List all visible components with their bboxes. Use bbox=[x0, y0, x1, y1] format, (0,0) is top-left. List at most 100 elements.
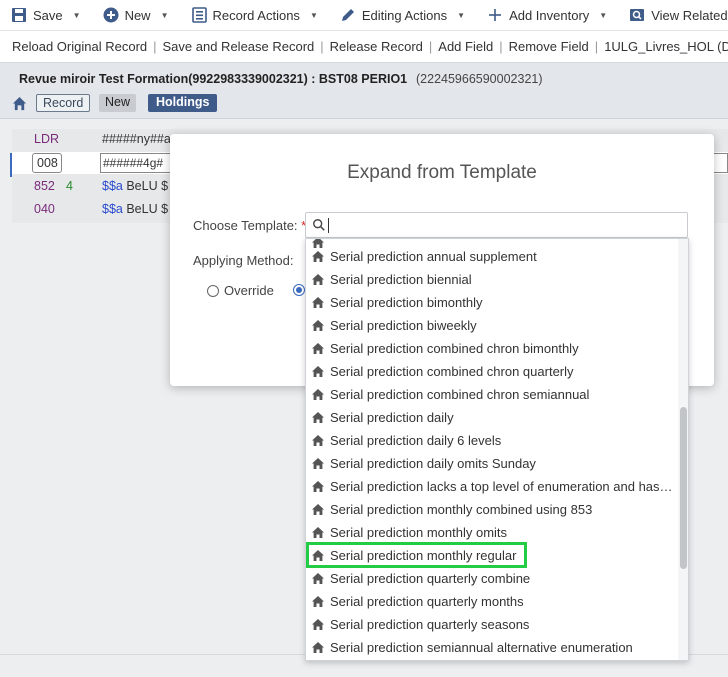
remove-field-link[interactable]: Remove Field bbox=[509, 39, 589, 54]
home-icon bbox=[312, 434, 324, 446]
new-tag: New bbox=[99, 94, 137, 112]
plus-icon bbox=[489, 9, 502, 21]
main-toolbar: Save ▼ New ▼ Record Actions ▼ Editing Ac… bbox=[0, 0, 728, 31]
plus-circle-icon bbox=[103, 7, 119, 23]
field-tag: LDR bbox=[34, 132, 60, 146]
field-indicator: 4 bbox=[66, 179, 73, 193]
field-value: $$a BeLU $ bbox=[102, 179, 168, 193]
add-inventory-button[interactable]: Add Inventory ▼ bbox=[487, 7, 607, 23]
new-label: New bbox=[124, 7, 151, 23]
record-id: (22245966590002321) bbox=[416, 72, 543, 86]
choose-template-label: Choose Template: * bbox=[193, 218, 306, 233]
template-dropdown-list: Serial prediction annual supplement Seria… bbox=[305, 238, 689, 661]
home-icon bbox=[312, 388, 324, 400]
dropdown-item[interactable]: Serial prediction combined chron quarter… bbox=[306, 360, 678, 383]
separator: | bbox=[499, 39, 503, 54]
dropdown-item[interactable]: Serial prediction daily bbox=[306, 406, 678, 429]
dropdown-item[interactable]: Serial prediction monthly omits bbox=[306, 521, 678, 544]
template-link[interactable]: 1ULG_Livres_HOL (Default) bbox=[604, 39, 728, 54]
home-icon[interactable] bbox=[12, 96, 27, 111]
record-actions-button[interactable]: Record Actions ▼ bbox=[191, 7, 318, 23]
dropdown-item[interactable]: Serial prediction quarterly combine bbox=[306, 567, 678, 590]
dropdown-item[interactable]: Serial prediction quarterly months bbox=[306, 590, 678, 613]
field-tag-input[interactable]: 008 bbox=[32, 153, 62, 173]
separator: | bbox=[594, 39, 599, 54]
home-icon bbox=[312, 641, 324, 653]
dropdown-item-label: Serial prediction bimonthly bbox=[330, 294, 483, 310]
home-icon bbox=[312, 480, 324, 492]
subfield-value: BeLU $ bbox=[122, 179, 169, 193]
template-search-input[interactable] bbox=[332, 215, 672, 235]
view-related-data-button[interactable]: View Related Data ▼ bbox=[629, 7, 728, 23]
dropdown-item[interactable]: Serial prediction monthly combined using… bbox=[306, 498, 678, 521]
reload-original-record-link[interactable]: Reload Original Record bbox=[12, 39, 147, 54]
dropdown-item[interactable]: Serial prediction biennial bbox=[306, 268, 678, 291]
caret-down-icon: ▼ bbox=[599, 10, 608, 20]
caret-down-icon: ▼ bbox=[160, 10, 169, 20]
dropdown-item-label: Serial prediction quarterly months bbox=[330, 593, 524, 609]
dropdown-item[interactable]: Serial prediction quarterly seasons bbox=[306, 613, 678, 636]
dropdown-item-label: Serial prediction semiannual alternative… bbox=[330, 639, 633, 655]
choose-template-text: Choose Template: bbox=[193, 218, 298, 233]
dropdown-item-label: Serial prediction monthly omits bbox=[330, 524, 508, 540]
home-icon bbox=[312, 365, 324, 377]
dropdown-item-label: Serial prediction annual supplement bbox=[330, 248, 537, 264]
override-radio[interactable] bbox=[207, 284, 219, 297]
applying-method-label: Applying Method: bbox=[193, 253, 294, 268]
dropdown-item[interactable]: Serial prediction biweekly bbox=[306, 314, 678, 337]
search-icon bbox=[313, 219, 325, 231]
new-button[interactable]: New ▼ bbox=[103, 7, 169, 23]
home-icon bbox=[312, 319, 324, 331]
subfield-code: $$a bbox=[102, 202, 123, 216]
field-tag: 040 bbox=[34, 202, 55, 216]
dropdown-item-label: Serial prediction quarterly seasons bbox=[330, 616, 530, 632]
add-inventory-label: Add Inventory bbox=[509, 7, 590, 23]
template-search-box[interactable] bbox=[305, 212, 688, 238]
save-and-release-link[interactable]: Save and Release Record bbox=[163, 39, 315, 54]
dropdown-item[interactable]: Serial prediction semiannual alternative… bbox=[306, 636, 678, 659]
selected-method-radio[interactable] bbox=[293, 284, 305, 296]
save-button[interactable]: Save ▼ bbox=[11, 7, 81, 23]
add-field-link[interactable]: Add Field bbox=[438, 39, 493, 54]
dropdown-item-label: Serial prediction lacks a top level of e… bbox=[330, 478, 675, 494]
dropdown-item-label: Serial prediction quarterly combine bbox=[330, 570, 531, 586]
view-related-label: View Related Data bbox=[651, 7, 728, 23]
home-icon bbox=[312, 296, 324, 308]
override-radio-option[interactable]: Override bbox=[207, 283, 274, 298]
dropdown-item-highlighted[interactable]: Serial prediction monthly regular bbox=[306, 544, 678, 567]
field-value: #####ny##a bbox=[102, 132, 171, 146]
home-icon bbox=[312, 572, 324, 584]
separator: | bbox=[428, 39, 433, 54]
dropdown-item[interactable]: Serial prediction daily omits Sunday bbox=[306, 452, 678, 475]
dropdown-item[interactable]: Serial prediction annual supplement bbox=[306, 245, 678, 268]
dropdown-scrollbar[interactable] bbox=[678, 239, 688, 660]
dropdown-item[interactable]: Serial prediction lacks a top level of e… bbox=[306, 475, 678, 498]
record-tag: Record bbox=[36, 94, 91, 112]
text-cursor bbox=[328, 218, 329, 233]
dropdown-item[interactable]: Serial prediction daily 6 levels bbox=[306, 429, 678, 452]
record-header: Revue miroir Test Formation(992298333900… bbox=[0, 63, 728, 119]
selected-row-indicator bbox=[10, 153, 12, 177]
home-icon bbox=[312, 342, 324, 354]
dropdown-item-partial[interactable] bbox=[306, 239, 678, 248]
home-icon bbox=[312, 250, 324, 262]
record-list-icon bbox=[191, 7, 207, 23]
field-value: $$a BeLU $ bbox=[102, 202, 168, 216]
dropdown-item-label: Serial prediction combined chron bimonth… bbox=[330, 340, 579, 356]
home-icon bbox=[312, 595, 324, 607]
dropdown-item[interactable]: Serial prediction combined chron bimonth… bbox=[306, 337, 678, 360]
home-icon bbox=[312, 273, 324, 285]
release-record-link[interactable]: Release Record bbox=[330, 39, 423, 54]
home-icon bbox=[312, 503, 324, 515]
record-action-bar: Reload Original Record | Save and Releas… bbox=[0, 31, 728, 63]
dropdown-item-label: Serial prediction combined chron semiann… bbox=[330, 386, 590, 402]
dropdown-item-label: Serial prediction monthly combined using… bbox=[330, 501, 593, 517]
dropdown-item-label: Serial prediction biweekly bbox=[330, 317, 477, 333]
editing-actions-button[interactable]: Editing Actions ▼ bbox=[340, 7, 465, 23]
dropdown-item-label: Serial prediction daily omits Sunday bbox=[330, 455, 536, 471]
record-title: Revue miroir Test Formation(992298333900… bbox=[19, 72, 408, 86]
scrollbar-thumb[interactable] bbox=[680, 407, 687, 569]
dropdown-item[interactable]: Serial prediction combined chron semiann… bbox=[306, 383, 678, 406]
home-icon bbox=[312, 411, 324, 423]
dropdown-item[interactable]: Serial prediction bimonthly bbox=[306, 291, 678, 314]
